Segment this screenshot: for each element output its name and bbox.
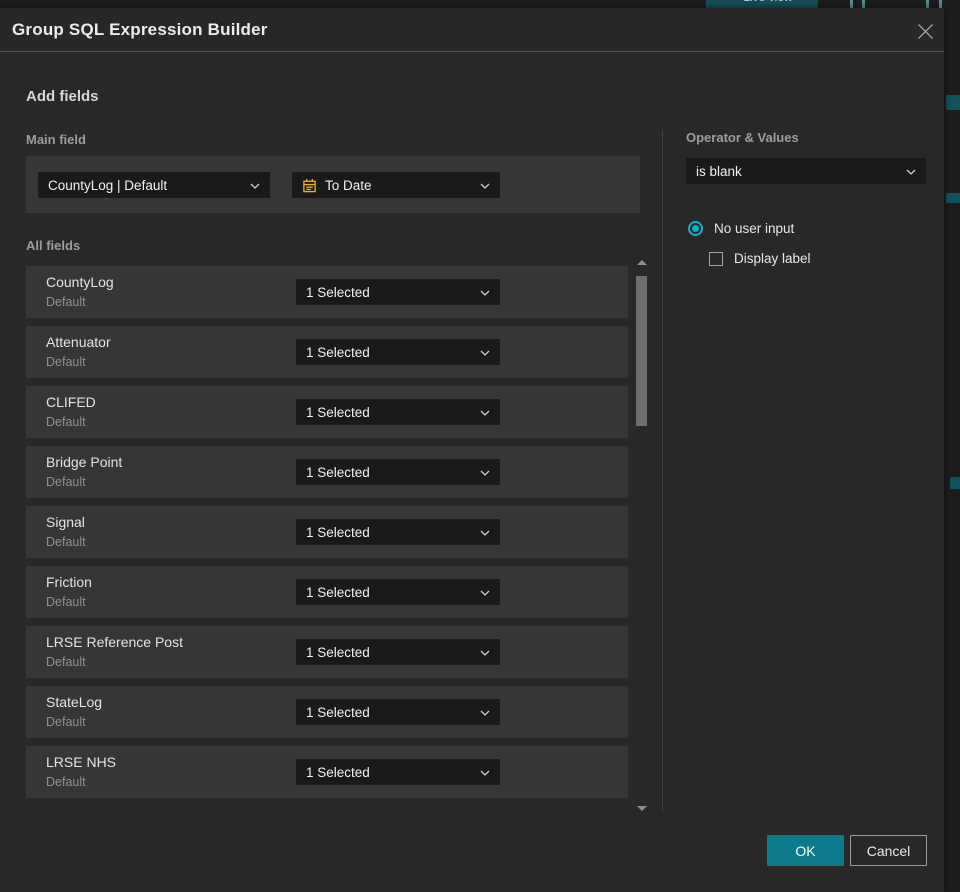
field-name: Attenuator xyxy=(46,334,111,350)
field-name: StateLog xyxy=(46,694,103,710)
field-selected-dropdown[interactable]: 1 Selected xyxy=(296,279,500,305)
operator-select-value: is blank xyxy=(696,163,742,179)
chevron-down-icon xyxy=(480,343,490,361)
background-app-top-strip: Live view xyxy=(0,0,960,8)
chevron-down-icon xyxy=(480,176,490,194)
chevron-down-icon xyxy=(480,463,490,481)
field-name: Signal xyxy=(46,514,85,530)
field-name: Friction xyxy=(46,574,92,590)
display-label-checkbox[interactable]: Display label xyxy=(709,251,811,266)
chevron-down-icon xyxy=(906,162,916,180)
main-field-container: CountyLog | Default To Date xyxy=(26,156,640,213)
calendar-icon xyxy=(302,178,317,193)
field-subtitle: Default xyxy=(46,535,86,549)
no-user-input-label: No user input xyxy=(714,221,795,236)
field-name: CountyLog xyxy=(46,274,114,290)
field-selected-dropdown[interactable]: 1 Selected xyxy=(296,459,500,485)
field-selected-dropdown[interactable]: 1 Selected xyxy=(296,399,500,425)
field-subtitle: Default xyxy=(46,775,86,789)
field-selected-value: 1 Selected xyxy=(306,584,370,600)
display-label-label: Display label xyxy=(734,251,811,266)
field-selected-value: 1 Selected xyxy=(306,644,370,660)
toolbar-fragment-icon xyxy=(926,0,929,8)
field-row: LRSE NHS Default 1 Selected xyxy=(26,746,628,798)
main-field-date-value: To Date xyxy=(325,177,372,193)
no-user-input-radio[interactable]: No user input xyxy=(688,221,794,236)
field-selected-value: 1 Selected xyxy=(306,284,370,300)
field-selected-value: 1 Selected xyxy=(306,344,370,360)
main-field-date-select[interactable]: To Date xyxy=(292,172,500,198)
field-row: StateLog Default 1 Selected xyxy=(26,686,628,738)
radio-selected-icon xyxy=(688,221,703,236)
toolbar-fragment-icon xyxy=(850,0,853,8)
cancel-button[interactable]: Cancel xyxy=(850,835,927,866)
add-fields-heading: Add fields xyxy=(26,88,99,105)
scrollbar-up-arrow-icon[interactable] xyxy=(637,260,647,265)
field-row: CountyLog Default 1 Selected xyxy=(26,266,628,318)
main-field-label: Main field xyxy=(26,132,86,147)
field-selected-value: 1 Selected xyxy=(306,464,370,480)
field-subtitle: Default xyxy=(46,655,86,669)
toolbar-fragment-icon xyxy=(939,0,942,8)
field-subtitle: Default xyxy=(46,715,86,729)
main-field-select-value: CountyLog | Default xyxy=(48,177,168,193)
field-name: CLIFED xyxy=(46,394,96,410)
field-name: LRSE NHS xyxy=(46,754,117,770)
chevron-down-icon xyxy=(480,283,490,301)
chevron-down-icon xyxy=(250,176,260,194)
operator-select[interactable]: is blank xyxy=(686,158,926,184)
checkbox-unchecked-icon xyxy=(709,251,723,266)
all-fields-list: CountyLog Default 1 Selected Attenuator … xyxy=(26,266,628,798)
field-subtitle: Default xyxy=(46,415,86,429)
field-subtitle: Default xyxy=(46,595,86,609)
background-app-right-strip xyxy=(944,0,960,892)
field-row: Friction Default 1 Selected xyxy=(26,566,628,618)
field-row: Bridge Point Default 1 Selected xyxy=(26,446,628,498)
field-row: Attenuator Default 1 Selected xyxy=(26,326,628,378)
field-selected-dropdown[interactable]: 1 Selected xyxy=(296,639,500,665)
chevron-down-icon xyxy=(480,583,490,601)
live-view-label: Live view xyxy=(743,0,792,4)
chevron-down-icon xyxy=(480,643,490,661)
chevron-down-icon xyxy=(480,403,490,421)
main-field-select[interactable]: CountyLog | Default xyxy=(38,172,270,198)
field-subtitle: Default xyxy=(46,355,86,369)
live-view-button: Live view xyxy=(706,0,818,8)
field-selected-dropdown[interactable]: 1 Selected xyxy=(296,519,500,545)
all-fields-label: All fields xyxy=(26,238,81,253)
background-fragment xyxy=(946,95,960,110)
field-row: CLIFED Default 1 Selected xyxy=(26,386,628,438)
close-icon[interactable] xyxy=(914,20,936,42)
operator-values-label: Operator & Values xyxy=(686,130,799,145)
field-subtitle: Default xyxy=(46,295,86,309)
field-selected-dropdown[interactable]: 1 Selected xyxy=(296,699,500,725)
toolbar-fragment-icon xyxy=(862,0,865,8)
field-selected-dropdown[interactable]: 1 Selected xyxy=(296,759,500,785)
group-sql-expression-builder-dialog: Group SQL Expression Builder Add fields … xyxy=(0,8,944,892)
field-selected-value: 1 Selected xyxy=(306,704,370,720)
dialog-title: Group SQL Expression Builder xyxy=(12,19,268,39)
field-subtitle: Default xyxy=(46,475,86,489)
ok-button[interactable]: OK xyxy=(767,835,844,866)
field-selected-dropdown[interactable]: 1 Selected xyxy=(296,579,500,605)
chevron-down-icon xyxy=(480,763,490,781)
field-row: Signal Default 1 Selected xyxy=(26,506,628,558)
scrollbar-thumb[interactable] xyxy=(636,276,647,426)
dialog-titlebar: Group SQL Expression Builder xyxy=(0,8,944,52)
chevron-down-icon xyxy=(480,703,490,721)
field-selected-dropdown[interactable]: 1 Selected xyxy=(296,339,500,365)
field-row: LRSE Reference Post Default 1 Selected xyxy=(26,626,628,678)
background-fragment xyxy=(946,193,960,203)
scrollbar-down-arrow-icon[interactable] xyxy=(637,806,647,811)
field-selected-value: 1 Selected xyxy=(306,764,370,780)
chevron-down-icon xyxy=(480,523,490,541)
background-fragment xyxy=(950,477,960,489)
field-selected-value: 1 Selected xyxy=(306,524,370,540)
panel-divider xyxy=(662,130,663,812)
field-name: Bridge Point xyxy=(46,454,123,470)
field-selected-value: 1 Selected xyxy=(306,404,370,420)
field-name: LRSE Reference Post xyxy=(46,634,183,650)
